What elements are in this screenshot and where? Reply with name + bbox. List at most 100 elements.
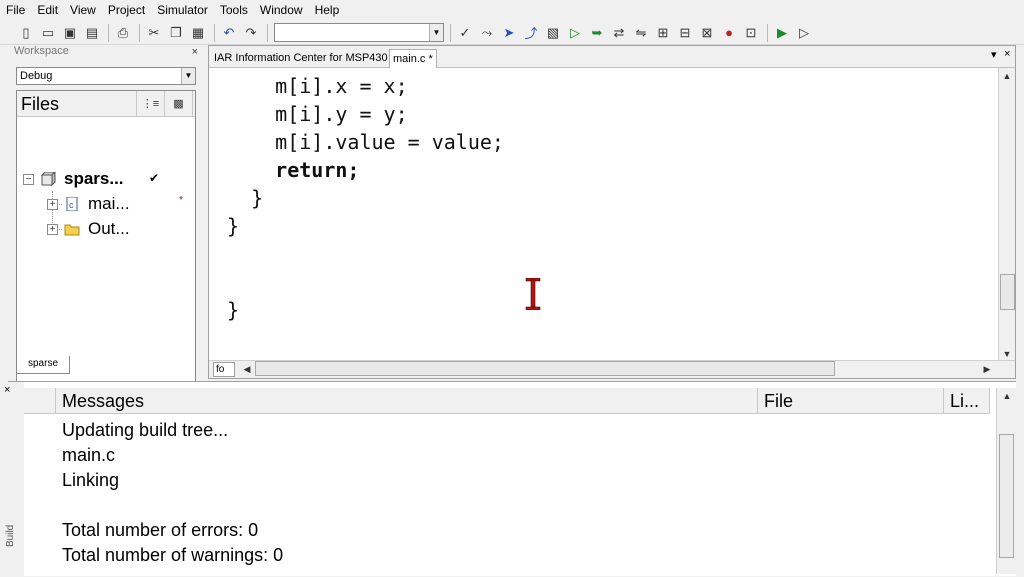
template-icon[interactable]: ▧ [543, 23, 563, 43]
chevron-down-icon[interactable]: ▼ [429, 24, 443, 41]
build-status-icon[interactable]: ⋮≡ [137, 90, 165, 117]
workspace-panel: Workspace × Debug ▼ Files ⋮≡ ▩ − spars..… [12, 45, 202, 392]
menu-bar: File Edit View Project Simulator Tools W… [0, 0, 1024, 20]
chevron-down-icon[interactable]: ▼ [181, 68, 195, 84]
expand-icon[interactable]: + [47, 223, 58, 235]
configuration-select[interactable]: Debug ▼ [16, 67, 196, 85]
tree-item-label: Out... [88, 219, 130, 238]
redo-icon[interactable]: ↷ [241, 23, 261, 43]
find-in-files-icon[interactable]: ⤴ [521, 23, 541, 43]
navigate-backward-icon[interactable]: ➥ [587, 23, 607, 43]
collapse-icon[interactable]: − [23, 173, 34, 185]
code-line: } [227, 214, 240, 238]
function-list-box[interactable]: fo [213, 362, 235, 377]
menu-window[interactable]: Window [254, 0, 309, 20]
next-bookmark-icon[interactable]: ⤳ [477, 23, 497, 43]
options-icon[interactable]: ⊟ [675, 23, 695, 43]
text-cursor-icon [525, 278, 541, 310]
file-column-header[interactable]: File [758, 388, 944, 413]
close-icon[interactable]: × [1004, 48, 1010, 60]
go-to-icon[interactable]: ➤ [499, 23, 519, 43]
build-message[interactable]: Total number of errors: 0 [62, 518, 283, 543]
build-message[interactable] [62, 493, 283, 518]
remove-breakpoints-icon[interactable]: ⊡ [741, 23, 761, 43]
menu-help[interactable]: Help [309, 0, 346, 20]
menu-simulator[interactable]: Simulator [151, 0, 214, 20]
build-message[interactable]: Linking [62, 468, 283, 493]
scroll-left-icon[interactable]: ◀ [239, 361, 255, 377]
c-file-icon: c [66, 197, 78, 211]
save-all-icon[interactable]: ▤ [82, 23, 102, 43]
tree-item-label: spars... [64, 169, 124, 188]
new-file-icon[interactable]: ▯ [16, 23, 36, 43]
build-pane: × Build Messages File Li... Updating bui… [0, 381, 1016, 577]
build-side-bar: × Build [0, 382, 24, 577]
file-tree: Files ⋮≡ ▩ − spars... ✔ + c mai... * + O… [16, 90, 196, 392]
scroll-thumb[interactable] [1000, 274, 1015, 310]
tree-item-output[interactable]: + Out... [47, 217, 130, 241]
configuration-value: Debug [20, 70, 53, 82]
editor-horizontal-scrollbar[interactable]: fo ◀ ▶ [209, 360, 1015, 378]
menu-view[interactable]: View [64, 0, 102, 20]
status-column-header[interactable] [24, 388, 56, 413]
menu-tools[interactable]: Tools [214, 0, 254, 20]
tree-item-label: mai... [88, 194, 130, 213]
build-message[interactable]: Updating build tree... [62, 418, 283, 443]
menu-edit[interactable]: Edit [31, 0, 64, 20]
save-icon[interactable]: ▣ [60, 23, 80, 43]
scroll-up-icon[interactable]: ▲ [999, 388, 1015, 404]
editor-vertical-scrollbar[interactable]: ▲ ▼ [998, 68, 1015, 362]
close-icon[interactable]: × [192, 46, 198, 58]
build-vertical-scrollbar[interactable]: ▲ [996, 388, 1016, 574]
paste-icon[interactable]: ▦ [188, 23, 208, 43]
open-icon[interactable]: ▭ [38, 23, 58, 43]
line-column-header[interactable]: Li... [944, 388, 990, 413]
code-line: } [227, 186, 264, 210]
workspace-tab-sparse[interactable]: sparse [16, 356, 70, 374]
code-line: m[i].value = value; [227, 130, 504, 154]
breakpoint-icon[interactable]: ● [719, 23, 739, 43]
find-combo[interactable]: ▼ [274, 23, 444, 42]
menu-project[interactable]: Project [102, 0, 151, 20]
scroll-up-icon[interactable]: ▲ [999, 68, 1015, 84]
navigate-forward-icon[interactable]: ▷ [565, 23, 585, 43]
project-icon [40, 172, 56, 186]
build-tab-label[interactable]: Build [5, 517, 16, 547]
undo-icon[interactable]: ↶ [219, 23, 239, 43]
workspace-title: Workspace [14, 45, 69, 57]
tab-list-icon[interactable]: ▾ [991, 48, 997, 61]
editor-tabs: IAR Information Center for MSP430 main.c… [209, 46, 1015, 68]
build-message[interactable]: Total number of warnings: 0 [62, 543, 283, 568]
code-editor: IAR Information Center for MSP430 main.c… [208, 45, 1016, 379]
toolbar-divider [214, 23, 215, 42]
options-column-icon[interactable]: ▩ [165, 90, 193, 117]
messages-column-header[interactable]: Messages [56, 388, 758, 413]
tab-information-center[interactable]: IAR Information Center for MSP430 [211, 49, 391, 68]
toggle-bookmark-icon[interactable]: ✓ [455, 23, 475, 43]
tree-item-main-c[interactable]: + c mai... [47, 192, 130, 216]
scroll-thumb[interactable] [999, 434, 1014, 558]
scroll-right-icon[interactable]: ▶ [979, 361, 995, 377]
make-icon[interactable]: ⇋ [631, 23, 651, 43]
build-message[interactable]: main.c [62, 443, 283, 468]
menu-file[interactable]: File [0, 0, 31, 20]
tab-main-c[interactable]: main.c * [389, 49, 437, 68]
modified-mark: * [179, 195, 183, 206]
files-header: Files ⋮≡ ▩ [17, 90, 195, 117]
compile-icon[interactable]: ⇄ [609, 23, 629, 43]
debug-options-icon[interactable]: ⊠ [697, 23, 717, 43]
cut-icon[interactable]: ✂ [144, 23, 164, 43]
debug-without-download-icon[interactable]: ▷ [794, 23, 814, 43]
close-icon[interactable]: × [4, 384, 10, 396]
stop-build-icon[interactable]: ⊞ [653, 23, 673, 43]
copy-icon[interactable]: ❐ [166, 23, 186, 43]
expand-icon[interactable]: + [47, 198, 58, 210]
build-check-mark: ✔ [149, 171, 160, 185]
download-and-debug-icon[interactable]: ▶ [772, 23, 792, 43]
print-icon[interactable]: ⎙ [113, 23, 133, 43]
scroll-thumb[interactable] [255, 361, 835, 376]
code-area[interactable]: m[i].x = x; m[i].y = y; m[i].value = val… [209, 68, 997, 362]
code-line: return; [227, 158, 360, 182]
tree-item-project[interactable]: − spars... [23, 167, 124, 191]
files-column-header[interactable]: Files [17, 90, 137, 117]
